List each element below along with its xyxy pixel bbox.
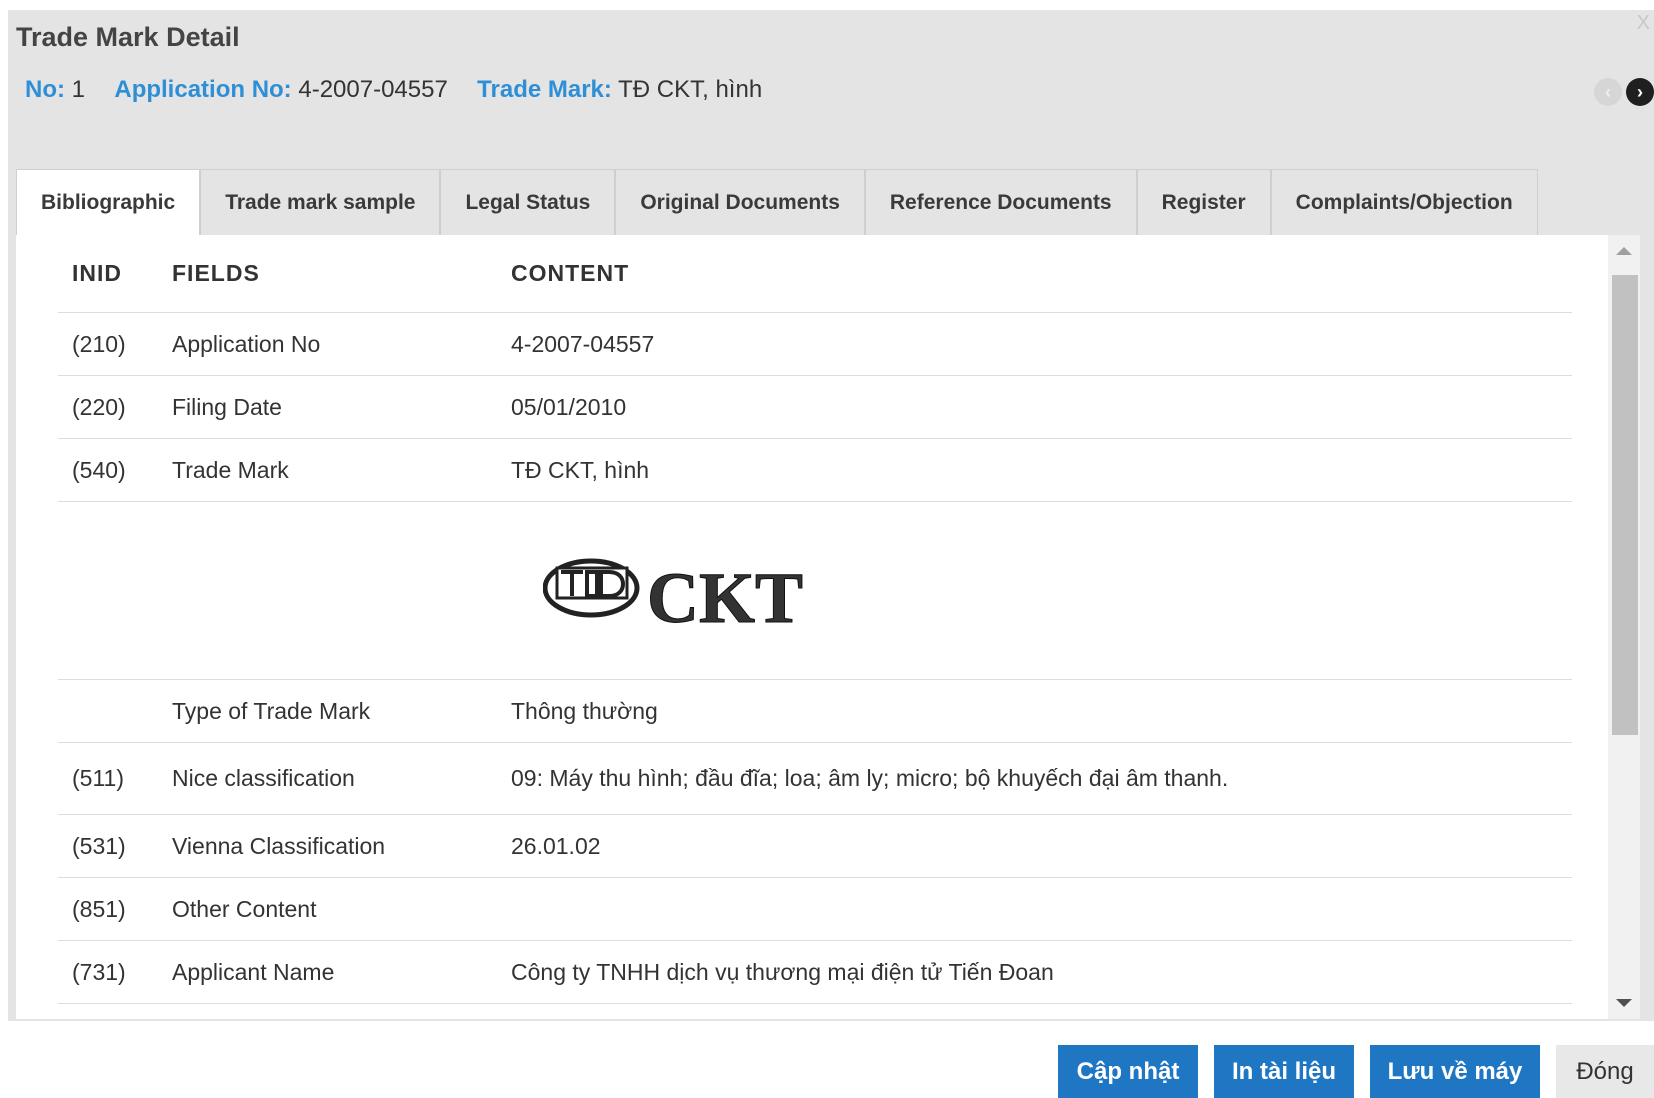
scrollbar-thumb[interactable] xyxy=(1612,275,1638,735)
inid-cell: (851) xyxy=(72,895,126,922)
dialog-header: Trade Mark Detail X No: 1 Application No… xyxy=(8,10,1654,145)
table-row: (531) Vienna Classification 26.01.02 xyxy=(58,815,1572,878)
field-cell: Applicant Name xyxy=(172,958,335,985)
content-cell: 26.01.02 xyxy=(511,832,601,859)
tab-bibliographic[interactable]: Bibliographic xyxy=(16,169,201,235)
update-button[interactable]: Cập nhật xyxy=(1058,1045,1198,1098)
table-row: Type of Trade Mark Thông thường xyxy=(58,680,1572,743)
detail-tabs: Bibliographic Trade mark sample Legal St… xyxy=(16,169,1538,235)
close-button[interactable]: Đóng xyxy=(1556,1045,1654,1098)
close-icon[interactable]: X xyxy=(1637,12,1650,35)
table-row: (731) Applicant Name Công ty TNHH dịch v… xyxy=(58,941,1572,1004)
tab-legal-status[interactable]: Legal Status xyxy=(440,169,616,235)
content-cell: Công ty TNHH dịch vụ thương mại điện tử … xyxy=(511,958,1054,985)
chevron-right-icon[interactable]: › xyxy=(1626,78,1654,106)
inid-cell: (511) xyxy=(72,765,124,791)
tab-complaints-objection[interactable]: Complaints/Objection xyxy=(1270,169,1538,235)
bibliographic-table: INID FIELDS CONTENT (210) Application No… xyxy=(58,235,1572,1004)
tab-reference-documents[interactable]: Reference Documents xyxy=(864,169,1137,235)
inid-cell: (731) xyxy=(72,958,126,985)
header-inid: INID xyxy=(72,260,122,286)
field-cell: Vienna Classification xyxy=(172,832,386,859)
save-to-device-button[interactable]: Lưu về máy xyxy=(1370,1045,1540,1098)
record-summary: No: 1 Application No: 4-2007-04557 Trade… xyxy=(25,76,762,104)
field-cell: Type of Trade Mark xyxy=(172,697,371,724)
field-cell: Filing Date xyxy=(172,393,282,420)
application-no-label: Application No: xyxy=(114,76,292,103)
content-cell: 05/01/2010 xyxy=(511,393,627,420)
table-row: (511) Nice classification 09: Máy thu hì… xyxy=(58,743,1572,815)
no-label: No: xyxy=(25,76,65,103)
dialog-title: Trade Mark Detail xyxy=(16,22,240,52)
no-value: 1 xyxy=(71,76,86,103)
content-cell: TĐ CKT, hình xyxy=(511,456,650,483)
field-cell: Nice classification xyxy=(172,765,355,791)
inid-cell: (531) xyxy=(72,832,126,859)
application-no-value: 4-2007-04557 xyxy=(298,76,448,103)
field-cell: Trade Mark xyxy=(172,456,289,483)
trade-mark-label: Trade Mark: xyxy=(477,76,612,103)
print-document-button[interactable]: In tài liệu xyxy=(1214,1045,1354,1098)
inid-cell: (220) xyxy=(72,393,126,420)
content-cell: Thông thường xyxy=(511,697,658,724)
table-row: (210) Application No 4-2007-04557 xyxy=(58,313,1572,376)
field-cell: Other Content xyxy=(172,895,317,922)
trade-mark-logo-text: CKT xyxy=(647,558,803,634)
header-fields: FIELDS xyxy=(172,260,260,286)
trade-mark-value: TĐ CKT, hình xyxy=(618,76,763,103)
scroll-down-arrow-icon[interactable] xyxy=(1616,999,1632,1007)
dialog-footer: Cập nhật In tài liệu Lưu về máy Đóng xyxy=(0,1021,1654,1098)
vertical-scrollbar[interactable] xyxy=(1608,235,1640,1019)
table-row: (540) Trade Mark TĐ CKT, hình xyxy=(58,439,1572,502)
table-header-row: INID FIELDS CONTENT xyxy=(58,235,1572,313)
trade-mark-image-row: CKT xyxy=(58,502,1572,680)
tab-original-documents[interactable]: Original Documents xyxy=(615,169,865,235)
trade-mark-logo: CKT xyxy=(543,558,803,634)
tab-register[interactable]: Register xyxy=(1136,169,1271,235)
table-row: (220) Filing Date 05/01/2010 xyxy=(58,376,1572,439)
inid-cell: (210) xyxy=(72,330,126,357)
table-row: (851) Other Content xyxy=(58,878,1572,941)
header-content: CONTENT xyxy=(511,260,630,286)
trade-mark-detail-dialog: Trade Mark Detail X No: 1 Application No… xyxy=(0,0,1654,1098)
content-cell: 4-2007-04557 xyxy=(511,330,655,357)
content-cell: 09: Máy thu hình; đầu đĩa; loa; âm ly; m… xyxy=(511,765,1229,791)
chevron-left-icon[interactable]: ‹ xyxy=(1594,78,1622,106)
bibliographic-panel: INID FIELDS CONTENT (210) Application No… xyxy=(16,235,1640,1019)
tab-trade-mark-sample[interactable]: Trade mark sample xyxy=(200,169,441,235)
scroll-up-arrow-icon[interactable] xyxy=(1616,247,1632,255)
field-cell: Application No xyxy=(172,330,321,357)
inid-cell: (540) xyxy=(72,456,126,483)
